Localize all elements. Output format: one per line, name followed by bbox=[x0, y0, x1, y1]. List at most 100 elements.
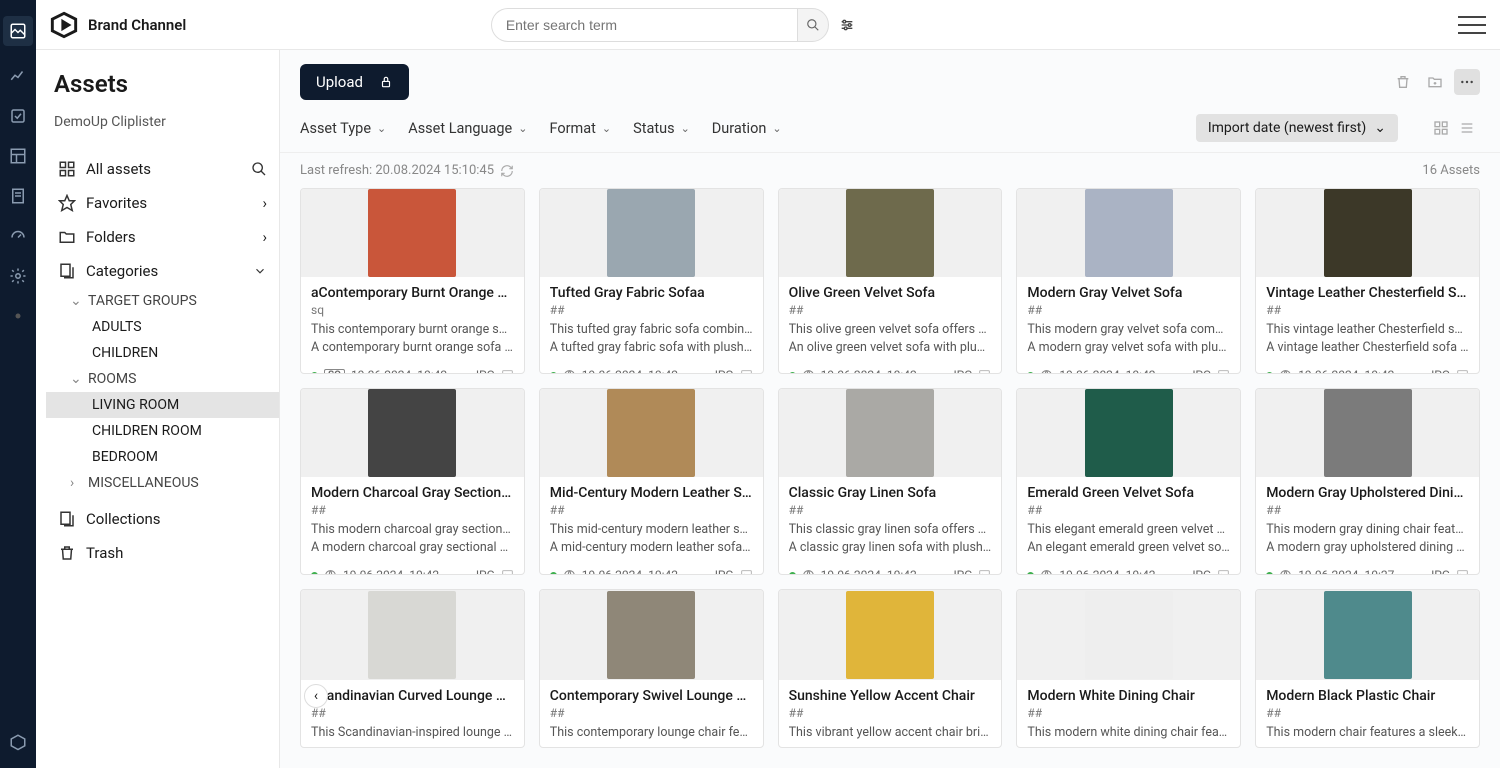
rail-dot-icon[interactable] bbox=[8, 306, 28, 326]
card-desc-2: A contemporary burnt orange sofa with ..… bbox=[311, 339, 514, 357]
asset-card[interactable]: Emerald Green Velvet Sofa ## This elegan… bbox=[1016, 388, 1241, 574]
card-thumbnail bbox=[1017, 189, 1240, 277]
cat-rooms[interactable]: ⌄ROOMS bbox=[54, 366, 271, 392]
asset-card[interactable]: Classic Gray Linen Sofa ## This classic … bbox=[778, 388, 1003, 574]
card-desc-2: A modern gray velvet sofa with plush cu.… bbox=[1027, 339, 1230, 357]
cat-adults[interactable]: ADULTS bbox=[54, 314, 271, 340]
delete-icon[interactable] bbox=[1390, 69, 1416, 95]
nav-trash[interactable]: Trash bbox=[54, 536, 271, 570]
tune-icon[interactable] bbox=[833, 11, 861, 39]
sidebar: Assets DemoUp Cliplister All assets Favo… bbox=[36, 50, 280, 768]
card-title: Modern White Dining Chair bbox=[1027, 688, 1230, 704]
folder-add-icon[interactable] bbox=[1422, 69, 1448, 95]
cat-children[interactable]: CHILDREN bbox=[54, 340, 271, 366]
asset-card[interactable]: Modern Gray Upholstered Dining ... ## Th… bbox=[1255, 388, 1480, 574]
rail-dashboard-icon[interactable] bbox=[8, 226, 28, 246]
filter-duration[interactable]: Duration⌄ bbox=[712, 120, 782, 137]
card-desc-1: This vintage leather Chesterfield sofa e… bbox=[1266, 321, 1469, 339]
asset-card[interactable]: Tufted Gray Fabric Sofaa ## This tufted … bbox=[539, 188, 764, 374]
card-desc-1: This modern gray velvet sofa combines ..… bbox=[1027, 321, 1230, 339]
topbar: Brand Channel bbox=[36, 0, 1500, 50]
rail-analytics-icon[interactable] bbox=[8, 66, 28, 86]
nav-collections[interactable]: Collections bbox=[54, 502, 271, 536]
refresh-icon[interactable] bbox=[500, 164, 514, 178]
card-format: JPG bbox=[472, 568, 494, 574]
card-title: Scandinavian Curved Lounge Chair bbox=[311, 688, 514, 704]
menu-icon[interactable] bbox=[1458, 16, 1486, 34]
card-format: JPG bbox=[950, 568, 972, 574]
rail-doc-icon[interactable] bbox=[8, 186, 28, 206]
collapse-sidebar-button[interactable]: ‹ bbox=[304, 684, 328, 708]
card-title: Modern Gray Upholstered Dining ... bbox=[1266, 485, 1469, 501]
chevron-right-icon: › bbox=[70, 475, 82, 491]
search-input[interactable] bbox=[491, 8, 797, 42]
card-hash: ## bbox=[550, 503, 753, 517]
cat-misc[interactable]: ›MISCELLANEOUS bbox=[54, 470, 271, 496]
nav-categories[interactable]: Categories bbox=[54, 254, 271, 288]
card-title: Contemporary Swivel Lounge Chair bbox=[550, 688, 753, 704]
status-dot bbox=[789, 572, 796, 575]
cat-living-room[interactable]: LIVING ROOM bbox=[46, 392, 279, 418]
last-refresh: Last refresh: 20.08.2024 15:10:45 bbox=[300, 163, 494, 178]
card-title: Tufted Gray Fabric Sofaa bbox=[550, 285, 753, 301]
asset-card[interactable]: Sunshine Yellow Accent Chair ## This vib… bbox=[778, 589, 1003, 749]
card-hash: ## bbox=[789, 503, 992, 517]
card-hash: ## bbox=[1266, 706, 1469, 720]
grid-view-icon[interactable] bbox=[1428, 115, 1454, 141]
card-title: Classic Gray Linen Sofa bbox=[789, 485, 992, 501]
asset-card[interactable]: aContemporary Burnt Orange Sofa sq This … bbox=[300, 188, 525, 374]
nav-folders[interactable]: Folders › bbox=[54, 220, 271, 254]
card-thumbnail bbox=[1256, 189, 1479, 277]
nav-favorites[interactable]: Favorites › bbox=[54, 186, 271, 220]
brand-logo[interactable]: Brand Channel bbox=[50, 11, 186, 39]
rail-settings-icon[interactable] bbox=[8, 266, 28, 286]
sort-dropdown[interactable]: Import date (newest first)⌄ bbox=[1196, 114, 1398, 142]
asset-card[interactable]: Modern White Dining Chair ## This modern… bbox=[1016, 589, 1241, 749]
filter-asset-language[interactable]: Asset Language⌄ bbox=[408, 120, 527, 137]
cat-target-groups[interactable]: ⌄TARGET GROUPS bbox=[54, 288, 271, 314]
card-date: 19.06.2024 bbox=[582, 368, 642, 374]
card-desc-1: This tufted gray fabric sofa combines cl… bbox=[550, 321, 753, 339]
filter-status[interactable]: Status⌄ bbox=[633, 120, 690, 137]
list-view-icon[interactable] bbox=[1454, 115, 1480, 141]
card-date: 19.06.2024 bbox=[1059, 368, 1119, 374]
sidebar-title: Assets bbox=[54, 70, 271, 98]
asset-card[interactable]: Contemporary Swivel Lounge Chair ## This… bbox=[539, 589, 764, 749]
card-title: aContemporary Burnt Orange Sofa bbox=[311, 285, 514, 301]
status-dot bbox=[311, 372, 318, 375]
workspace-name[interactable]: DemoUp Cliplister bbox=[54, 114, 271, 130]
filter-format[interactable]: Format⌄ bbox=[549, 120, 611, 137]
card-time: 10:42 bbox=[409, 568, 439, 574]
card-hash: ## bbox=[311, 706, 514, 720]
search-button[interactable] bbox=[797, 8, 829, 42]
rail-brand-icon[interactable] bbox=[8, 732, 28, 752]
cat-bedroom[interactable]: BEDROOM bbox=[54, 444, 271, 470]
card-title: Vintage Leather Chesterfield Sofa bbox=[1266, 285, 1469, 301]
status-dot bbox=[789, 372, 796, 375]
filter-asset-type[interactable]: Asset Type⌄ bbox=[300, 120, 386, 137]
asset-card[interactable]: Mid-Century Modern Leather Sofa ## This … bbox=[539, 388, 764, 574]
rail-layout-icon[interactable] bbox=[8, 146, 28, 166]
card-time: 10:42 bbox=[648, 368, 678, 374]
card-hash: ## bbox=[550, 706, 753, 720]
card-title: Sunshine Yellow Accent Chair bbox=[789, 688, 992, 704]
more-icon[interactable] bbox=[1454, 69, 1480, 95]
rail-tasks-icon[interactable] bbox=[8, 106, 28, 126]
asset-card[interactable]: Vintage Leather Chesterfield Sofa ## Thi… bbox=[1255, 188, 1480, 374]
brand-name: Brand Channel bbox=[88, 16, 186, 34]
status-dot bbox=[1027, 572, 1034, 575]
asset-card[interactable]: Modern Charcoal Gray Sectional S... ## T… bbox=[300, 388, 525, 574]
asset-card[interactable]: Modern Black Plastic Chair ## This moder… bbox=[1255, 589, 1480, 749]
card-desc-1: This vibrant yellow accent chair brings … bbox=[789, 724, 992, 742]
asset-card[interactable]: Scandinavian Curved Lounge Chair ## This… bbox=[300, 589, 525, 749]
cat-children-room[interactable]: CHILDREN ROOM bbox=[54, 418, 271, 444]
search-box bbox=[491, 8, 861, 42]
card-time: 10:27 bbox=[1364, 568, 1394, 574]
asset-card[interactable]: Olive Green Velvet Sofa ## This olive gr… bbox=[778, 188, 1003, 374]
search-icon[interactable] bbox=[251, 161, 267, 177]
card-date: 19.06.2024 bbox=[1298, 568, 1358, 574]
asset-card[interactable]: Modern Gray Velvet Sofa ## This modern g… bbox=[1016, 188, 1241, 374]
nav-all-assets[interactable]: All assets bbox=[54, 152, 271, 186]
upload-button[interactable]: Upload bbox=[300, 64, 409, 100]
rail-assets-icon[interactable] bbox=[3, 16, 33, 46]
